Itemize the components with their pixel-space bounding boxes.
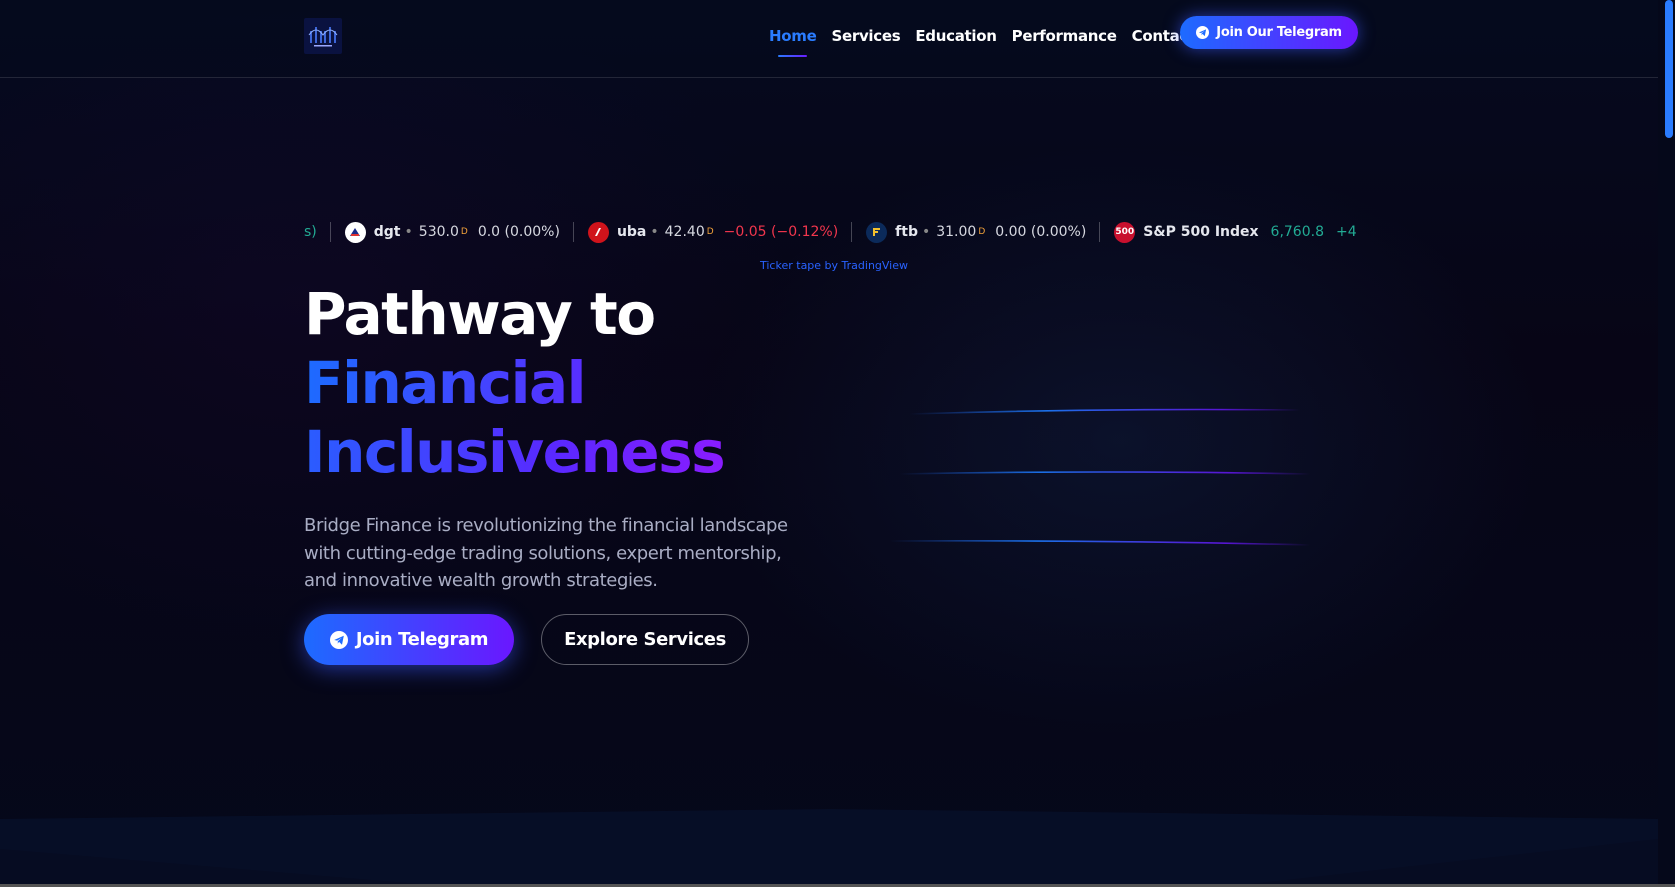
site-header: Home Services Education Performance Cont…	[0, 0, 1658, 78]
ticker-symbol: S&P 500 Index	[1143, 224, 1259, 240]
hero-title: Pathway to Financial Inclusiveness	[304, 280, 726, 487]
ticker-item-sp500[interactable]: 500 S&P 500 Index 6,760.8 +4.50 (+0.07%)	[1100, 218, 1358, 246]
sp500-logo-icon: 500	[1114, 221, 1136, 243]
hero-description: Bridge Finance is revolutionizing the fi…	[304, 515, 788, 591]
ticker-price: 31.00	[936, 224, 977, 240]
bridge-logo-icon[interactable]	[304, 18, 342, 54]
join-telegram-label: Join Telegram	[355, 629, 489, 650]
ticker-dot: •	[650, 224, 659, 240]
telegram-icon	[329, 630, 348, 649]
ticker-price-flag: D	[978, 227, 986, 237]
nav-link-home[interactable]: Home	[769, 27, 817, 57]
ticker-item-uba[interactable]: uba • 42.40 D −0.05 (−0.12%)	[574, 218, 853, 246]
ticker-change: −0.05 (−0.12%)	[723, 224, 839, 240]
ticker-change: +4.50 (+0.07%)	[1335, 224, 1358, 240]
ticker-symbol: uba	[616, 224, 647, 240]
ticker-dot: •	[921, 224, 931, 240]
ticker-fragment: s)	[304, 218, 331, 246]
ticker-credit-link[interactable]: Ticker tape by TradingView	[760, 259, 908, 272]
vertical-scrollbar[interactable]	[1658, 0, 1675, 887]
hero-title-line2: Financial	[304, 349, 724, 418]
ticker-change: 0.0 (0.00%)	[477, 224, 560, 240]
ticker-price-flag: D	[460, 227, 468, 237]
ticker-symbol: dgt	[373, 224, 401, 240]
join-telegram-button[interactable]: Join Telegram	[304, 614, 514, 665]
nav-link-education[interactable]: Education	[915, 27, 997, 57]
ticker-item-dgt[interactable]: dgt • 530.0 D 0.0 (0.00%)	[331, 218, 575, 246]
ticker-fragment-text: s)	[304, 224, 317, 240]
join-our-telegram-label: Join Our Telegram	[1216, 25, 1342, 40]
ticker-tape[interactable]: s) dgt • 530.0 D 0.0 (0.00%) uba • 42.40…	[304, 218, 1358, 246]
page-background	[0, 0, 1675, 887]
ticker-price-flag: D	[706, 227, 714, 237]
ftb-logo-icon	[866, 221, 888, 243]
dgt-logo-icon	[344, 221, 366, 243]
scrollbar-thumb[interactable]	[1665, 0, 1673, 138]
hero-title-line3: Inclusiveness	[304, 418, 726, 486]
ticker-dot: •	[404, 224, 413, 240]
ticker-symbol: ftb	[895, 224, 918, 240]
nav-link-performance[interactable]: Performance	[1012, 27, 1117, 57]
ticker-item-ftb[interactable]: ftb • 31.00 D 0.00 (0.00%)	[852, 218, 1101, 246]
ticker-price: 530.0	[418, 224, 459, 240]
ticker-price: 42.40	[664, 224, 705, 240]
join-our-telegram-button[interactable]: Join Our Telegram	[1180, 16, 1358, 49]
ticker-change: 0.00 (0.00%)	[995, 224, 1087, 240]
light-beams-decoration	[889, 408, 1311, 546]
uba-logo-icon	[587, 221, 609, 243]
hero-title-line1: Pathway to	[304, 280, 656, 348]
nav-link-services[interactable]: Services	[831, 27, 900, 57]
ticker-price: 6,760.8	[1270, 224, 1324, 240]
telegram-icon	[1196, 26, 1210, 39]
explore-services-button[interactable]: Explore Services	[541, 614, 749, 665]
main-nav: Home Services Education Performance Cont…	[769, 27, 1210, 57]
bottom-wave-decoration	[0, 809, 1658, 884]
